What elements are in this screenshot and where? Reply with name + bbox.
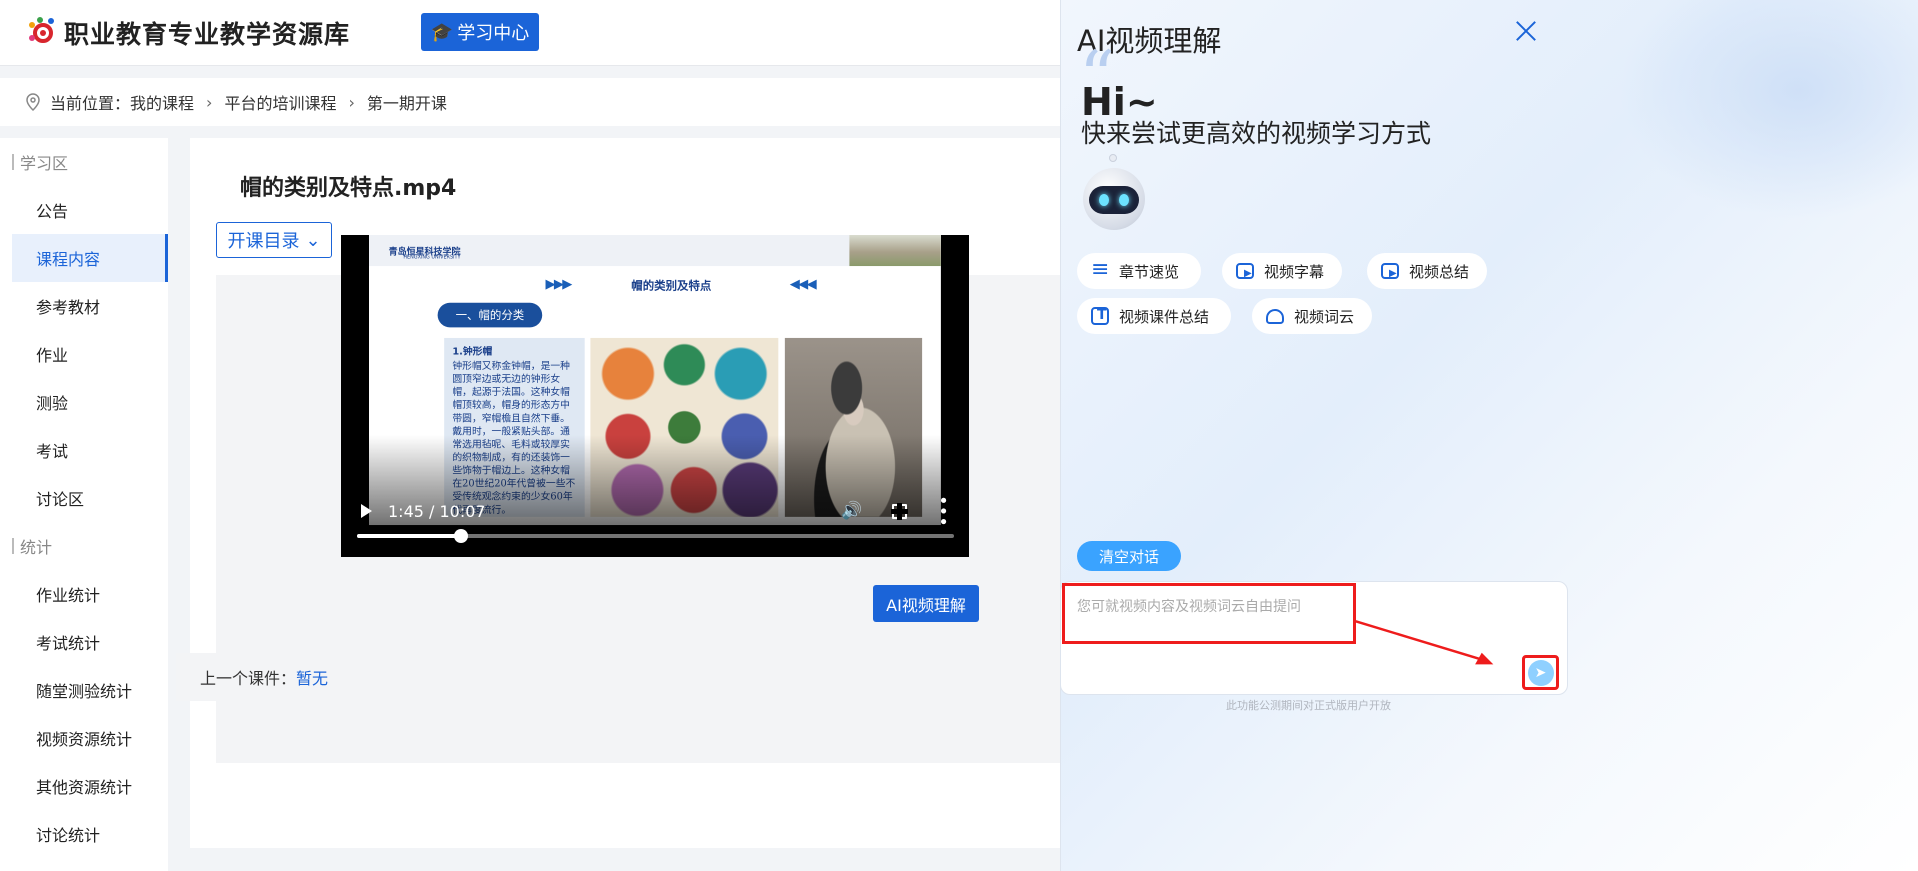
video-player[interactable]: 青岛恒星科技学院 HENGXING UNIVERSITY ▶▶▶ 帽的类别及特点… xyxy=(341,235,969,557)
slide-header: 青岛恒星科技学院 HENGXING UNIVERSITY xyxy=(369,235,941,267)
chip-chapter-overview[interactable]: 章节速览 xyxy=(1077,253,1201,289)
location-pin-icon xyxy=(26,93,40,111)
sidebar-item-other-stats[interactable]: 其他资源统计 xyxy=(0,762,168,810)
sidebar: 学习区 公告 课程内容 参考教材 作业 测验 考试 讨论区 统计 作业统计 考试… xyxy=(0,138,168,871)
chevron-right-icon: › xyxy=(206,92,213,112)
sidebar-item-quiz[interactable]: 测验 xyxy=(0,378,168,426)
list-icon xyxy=(1091,257,1109,282)
chip-courseware-summary[interactable]: 视频课件总结 xyxy=(1077,298,1231,334)
sidebar-group-study: 学习区 xyxy=(0,138,168,186)
clear-conversation-button[interactable]: 清空对话 xyxy=(1077,541,1181,571)
video-progress-bar[interactable] xyxy=(357,529,954,543)
more-options-icon[interactable]: ••• xyxy=(932,495,953,527)
send-button[interactable]: ➤ xyxy=(1522,655,1559,690)
beta-footnote: 此功能公测期间对正式版用户开放 xyxy=(1226,699,1391,712)
sidebar-item-notice[interactable]: 公告 xyxy=(0,186,168,234)
sidebar-item-exam[interactable]: 考试 xyxy=(0,426,168,474)
graduation-cap-icon: 🎓 xyxy=(430,21,454,43)
arrows-right: ◀◀◀ xyxy=(789,275,817,292)
slide-title: 帽的类别及特点 xyxy=(631,279,712,294)
course-toc-label: 开课目录 xyxy=(227,231,300,252)
breadcrumb-prefix: 当前位置： xyxy=(50,94,131,113)
sidebar-item-exam-stats[interactable]: 考试统计 xyxy=(0,618,168,666)
close-icon[interactable] xyxy=(1513,18,1539,44)
chevron-right-icon: › xyxy=(348,92,355,112)
logo-icon xyxy=(29,17,54,43)
study-center-button[interactable]: 🎓 学习中心 xyxy=(421,13,539,51)
slide-section-pill: 一、帽的分类 xyxy=(437,302,543,328)
ai-video-understanding-button[interactable]: AI视频理解 xyxy=(873,585,979,622)
robot-antenna xyxy=(1109,154,1117,162)
sidebar-item-homework-stats[interactable]: 作业统计 xyxy=(0,570,168,618)
sidebar-item-discussion[interactable]: 讨论区 xyxy=(0,474,168,522)
sidebar-item-textbooks[interactable]: 参考教材 xyxy=(0,282,168,330)
sidebar-item-discussion-stats[interactable]: 讨论统计 xyxy=(0,810,168,858)
ai-panel: AI视频理解 “ Hi~ 快来尝试更高效的视频学习方式 章节速览 视频字幕 视频… xyxy=(1060,0,1918,871)
video-play-icon xyxy=(1236,263,1254,279)
robot-face xyxy=(1089,186,1139,214)
course-toc-button[interactable]: 开课目录 ⌄ xyxy=(216,222,332,258)
cloud-icon xyxy=(1266,308,1284,324)
panel-decoration xyxy=(1618,0,1918,220)
highlight-rectangle xyxy=(1062,583,1356,644)
campus-photo xyxy=(849,235,941,267)
play-icon[interactable] xyxy=(361,504,372,518)
chevron-double-down-icon: ⌄ xyxy=(305,229,321,251)
chip-word-cloud[interactable]: 视频词云 xyxy=(1252,298,1372,334)
robot-eye-left xyxy=(1099,194,1109,206)
sidebar-item-homework[interactable]: 作业 xyxy=(0,330,168,378)
school-sub: HENGXING UNIVERSITY xyxy=(403,254,461,261)
site-title: 职业教育专业教学资源库 xyxy=(64,20,351,49)
video-title: 帽的类别及特点.mp4 xyxy=(240,176,457,201)
slogan: 快来尝试更高效的视频学习方式 xyxy=(1081,119,1432,148)
video-progress-fill xyxy=(357,534,461,538)
previous-label: 上一个课件： xyxy=(200,669,297,688)
slide-subtitle: 1.钟形帽 xyxy=(452,345,493,357)
video-controls: 1:45 / 10:07 🔊 ••• xyxy=(341,491,969,531)
sidebar-item-video-stats[interactable]: 视频资源统计 xyxy=(0,714,168,762)
previous-value[interactable]: 暂无 xyxy=(296,665,328,689)
sidebar-item-class-quiz-stats[interactable]: 随堂测验统计 xyxy=(0,666,168,714)
video-progress-knob[interactable] xyxy=(453,529,468,543)
robot-eye-right xyxy=(1119,194,1129,206)
fullscreen-icon[interactable] xyxy=(891,502,908,520)
video-summary-icon xyxy=(1381,263,1399,279)
video-time: 1:45 / 10:07 xyxy=(388,501,486,521)
text-t-icon xyxy=(1091,307,1109,325)
robot-avatar xyxy=(1083,154,1145,230)
study-center-label: 学习中心 xyxy=(457,23,530,44)
chip-video-subtitles[interactable]: 视频字幕 xyxy=(1222,253,1342,289)
breadcrumb-my-courses[interactable]: 我的课程 xyxy=(130,90,194,114)
sidebar-item-course-content[interactable]: 课程内容 xyxy=(12,234,168,282)
send-icon: ➤ xyxy=(1527,659,1554,686)
chip-video-summary[interactable]: 视频总结 xyxy=(1367,253,1487,289)
sidebar-group-stats: 统计 xyxy=(0,522,168,570)
highlight-arrow xyxy=(1355,620,1494,665)
volume-icon[interactable]: 🔊 xyxy=(841,501,862,521)
breadcrumb-current[interactable]: 第一期开课 xyxy=(367,90,447,114)
breadcrumb-platform-courses[interactable]: 平台的培训课程 xyxy=(224,90,336,114)
